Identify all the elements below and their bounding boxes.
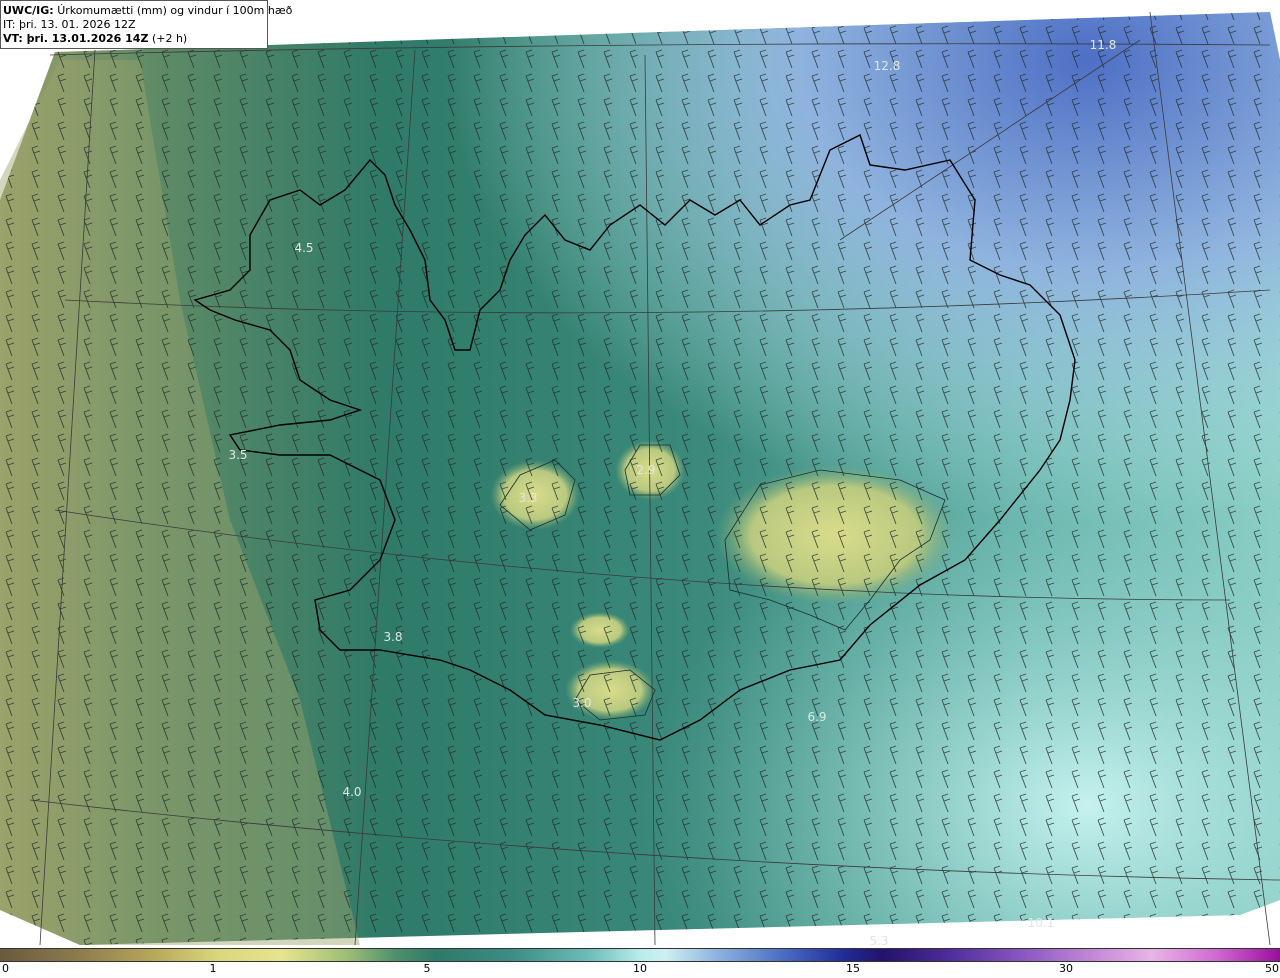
value-label: 5.3	[869, 934, 889, 948]
valid-time: VT: þri. 13.01.2026 14Z (+2 h)	[3, 32, 267, 46]
field-description: Úrkomumætti (mm) og vindur í 100m hæð	[57, 4, 293, 17]
map-info-box: UWC/IG: Úrkomumætti (mm) og vindur í 100…	[0, 0, 292, 49]
value-label: 3.5	[228, 448, 248, 462]
value-label: 11.8	[1089, 38, 1117, 52]
colorbar-tick: 5	[423, 962, 431, 975]
value-label: 12.8	[873, 59, 901, 73]
value-label: 3.8	[383, 630, 403, 644]
map-title: UWC/IG: Úrkomumætti (mm) og vindur í 100…	[3, 4, 292, 18]
value-label: 2.9	[636, 463, 656, 477]
value-label: 4.5	[294, 241, 314, 255]
map-view[interactable]: 12.8 11.8 4.5 3.5 3.3 2.9 3.8 3.0 6.9 4.…	[0, 0, 1280, 948]
precipitation-field	[0, 12, 1280, 945]
colorbar-tick: 50	[1265, 962, 1279, 975]
color-scale-bar	[0, 948, 1280, 962]
colorbar-tick: 30	[1059, 962, 1073, 975]
colorbar-tick: 10	[633, 962, 647, 975]
initial-time: IT: þri. 13. 01. 2026 12Z	[3, 18, 136, 31]
colorbar-tick: 0	[2, 962, 9, 975]
colorbar-tick: 1	[209, 962, 217, 975]
value-label: 3.3	[518, 491, 538, 505]
value-label: 6.9	[807, 710, 827, 724]
lead-time: (+2 h)	[151, 32, 188, 45]
colorbar-tick: 15	[846, 962, 860, 975]
value-label: 3.0	[572, 696, 592, 710]
value-label: 10.1	[1027, 916, 1055, 930]
valid-time-value: VT: þri. 13.01.2026 14Z	[3, 32, 149, 45]
model-name: UWC/IG:	[3, 4, 54, 17]
value-label: 4.0	[342, 785, 362, 799]
